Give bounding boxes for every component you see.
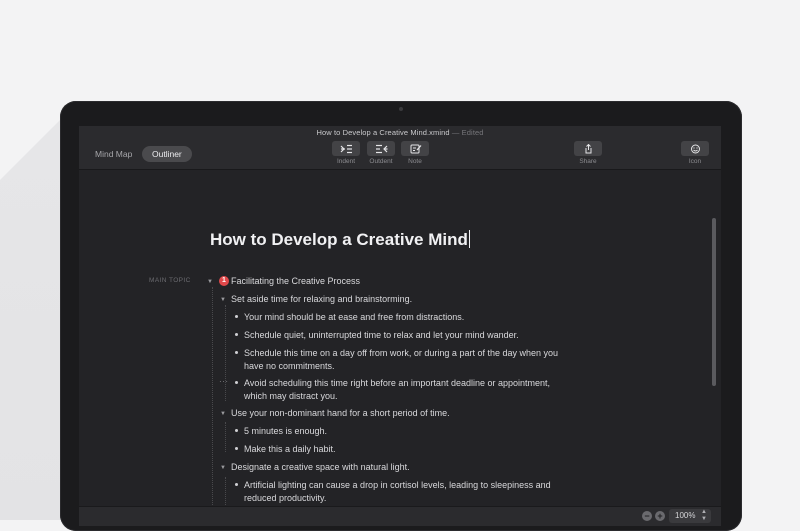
bullet-icon bbox=[235, 483, 238, 486]
more-options-icon[interactable]: ··· bbox=[219, 377, 229, 386]
guide-line-sub1 bbox=[225, 305, 226, 401]
list-item-text[interactable]: Artificial lighting can cause a drop in … bbox=[244, 478, 551, 492]
main-topic-text[interactable]: Facilitating the Creative Process bbox=[231, 274, 360, 288]
outline-title[interactable]: How to Develop a Creative Mind bbox=[210, 230, 470, 250]
subtopic-text[interactable]: Designate a creative space with natural … bbox=[231, 460, 410, 474]
zoom-value: 100% bbox=[675, 511, 696, 520]
zoom-select[interactable]: 100% ▲ ▼ bbox=[669, 509, 711, 523]
camera-dot bbox=[399, 107, 403, 111]
list-item-text-continued[interactable]: have no commitments. bbox=[244, 359, 335, 373]
bullet-icon bbox=[235, 429, 238, 432]
outliner-view-tab[interactable]: Outliner bbox=[142, 146, 192, 162]
indent-icon bbox=[340, 144, 352, 153]
bullet-icon bbox=[235, 315, 238, 318]
collapse-triangle-icon[interactable]: ▼ bbox=[206, 279, 214, 285]
guide-line-main bbox=[212, 287, 213, 505]
list-item-text[interactable]: Schedule quiet, uninterrupted time to re… bbox=[244, 328, 519, 342]
list-item-text[interactable]: Avoid scheduling this time right before … bbox=[244, 376, 550, 390]
share-icon bbox=[585, 143, 591, 153]
share-label: Share bbox=[579, 158, 597, 165]
toolbar: How to Develop a Creative Mind.xmind — E… bbox=[79, 126, 721, 170]
mindmap-view-tab[interactable]: Mind Map bbox=[85, 146, 142, 162]
list-item-text-continued[interactable]: which may distract you. bbox=[244, 389, 338, 403]
list-item-text[interactable]: Your mind should be at ease and free fro… bbox=[244, 310, 464, 324]
indent-button[interactable]: Indent bbox=[332, 141, 360, 165]
status-bar: − + 100% ▲ ▼ bbox=[79, 506, 721, 526]
indent-label: Indent bbox=[336, 158, 356, 165]
document-filename: How to Develop a Creative Mind.xmind bbox=[316, 128, 450, 137]
icon-button[interactable]: Icon bbox=[681, 141, 709, 165]
bullet-icon bbox=[235, 447, 238, 450]
app-window: How to Develop a Creative Mind.xmind — E… bbox=[79, 126, 721, 526]
outdent-label: Outdent bbox=[369, 158, 393, 165]
list-item-text[interactable]: Schedule this time on a day off from wor… bbox=[244, 346, 558, 360]
note-icon bbox=[410, 144, 421, 153]
collapse-triangle-icon[interactable]: ▼ bbox=[219, 465, 227, 471]
document-title: How to Develop a Creative Mind.xmind — E… bbox=[79, 128, 721, 137]
note-button[interactable]: Note bbox=[401, 141, 429, 165]
outdent-icon bbox=[375, 144, 387, 153]
note-label: Note bbox=[408, 158, 422, 165]
subtopic-text[interactable]: Use your non-dominant hand for a short p… bbox=[231, 406, 450, 420]
document-status: — Edited bbox=[451, 128, 484, 137]
list-item-text[interactable]: 5 minutes is enough. bbox=[244, 424, 327, 438]
icon-label: Icon bbox=[688, 158, 702, 165]
bullet-icon bbox=[235, 351, 238, 354]
vertical-scrollbar[interactable] bbox=[712, 218, 716, 386]
bullet-icon bbox=[235, 333, 238, 336]
collapse-triangle-icon[interactable]: ▼ bbox=[219, 297, 227, 303]
smiley-icon bbox=[690, 144, 700, 153]
priority-1-icon: 1 bbox=[219, 276, 229, 286]
outline-title-text: How to Develop a Creative Mind bbox=[210, 230, 468, 249]
guide-line-sub3 bbox=[225, 477, 226, 507]
guide-line-sub2 bbox=[225, 422, 226, 452]
laptop-frame: How to Develop a Creative Mind.xmind — E… bbox=[60, 101, 742, 531]
list-item-text[interactable]: Make this a daily habit. bbox=[244, 442, 336, 456]
share-button[interactable]: Share bbox=[574, 141, 602, 165]
list-item-text-continued[interactable]: reduced productivity. bbox=[244, 491, 326, 505]
main-topic-label: MAIN TOPIC bbox=[149, 277, 191, 284]
subtopic-text[interactable]: Set aside time for relaxing and brainsto… bbox=[231, 292, 412, 306]
bullet-icon bbox=[235, 381, 238, 384]
text-caret bbox=[468, 230, 470, 248]
stepper-icon: ▲ ▼ bbox=[701, 509, 707, 522]
outdent-button[interactable]: Outdent bbox=[367, 141, 395, 165]
outliner-content: How to Develop a Creative Mind MAIN TOPI… bbox=[79, 170, 721, 507]
collapse-triangle-icon[interactable]: ▼ bbox=[219, 411, 227, 417]
